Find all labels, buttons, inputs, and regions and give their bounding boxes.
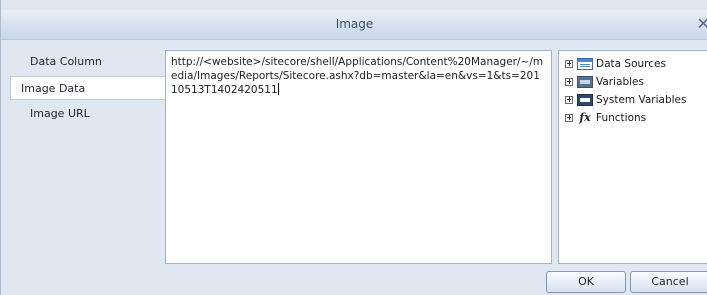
ok-button[interactable]: OK — [546, 271, 626, 293]
dialog-buttons: OK Cancel — [1, 271, 707, 295]
tab-image-data[interactable]: Image Data — [10, 76, 166, 100]
dialog-title: Image — [335, 17, 374, 31]
expand-icon[interactable] — [565, 114, 573, 122]
source-tabs: Data Column Image Data Image URL — [10, 46, 166, 272]
title-bar: Image ✕ — [1, 10, 707, 40]
tree-item-label: Variables — [596, 76, 644, 88]
functions-icon: fx — [579, 111, 591, 124]
image-data-text: http://<website>/sitecore/shell/Applicat… — [171, 56, 544, 96]
tree-item-label: System Variables — [596, 94, 687, 106]
expand-icon[interactable] — [565, 78, 573, 86]
tree-item-variables[interactable]: Variables — [559, 73, 707, 91]
insert-tree: Data Sources Variables System Variables … — [558, 50, 707, 264]
tree-item-label: Data Sources — [596, 58, 666, 70]
tree-item-data-sources[interactable]: Data Sources — [559, 55, 707, 73]
close-icon[interactable]: ✕ — [697, 14, 707, 33]
tree-item-functions[interactable]: fx Functions — [559, 109, 707, 127]
expand-icon[interactable] — [565, 96, 573, 104]
image-data-editor[interactable]: http://<website>/sitecore/shell/Applicat… — [165, 50, 552, 264]
cancel-button[interactable]: Cancel — [630, 271, 707, 293]
system-variables-icon — [577, 94, 593, 106]
expand-icon[interactable] — [565, 60, 573, 68]
tree-item-label: Functions — [596, 112, 647, 124]
tab-image-url[interactable]: Image URL — [10, 102, 165, 126]
data-sources-icon — [577, 58, 593, 70]
text-caret — [277, 83, 279, 95]
tab-data-column[interactable]: Data Column — [10, 50, 165, 74]
variables-icon — [577, 76, 593, 88]
image-dialog: Image ✕ Data Column Image Data Image URL… — [0, 0, 707, 295]
tree-item-system-variables[interactable]: System Variables — [559, 91, 707, 109]
